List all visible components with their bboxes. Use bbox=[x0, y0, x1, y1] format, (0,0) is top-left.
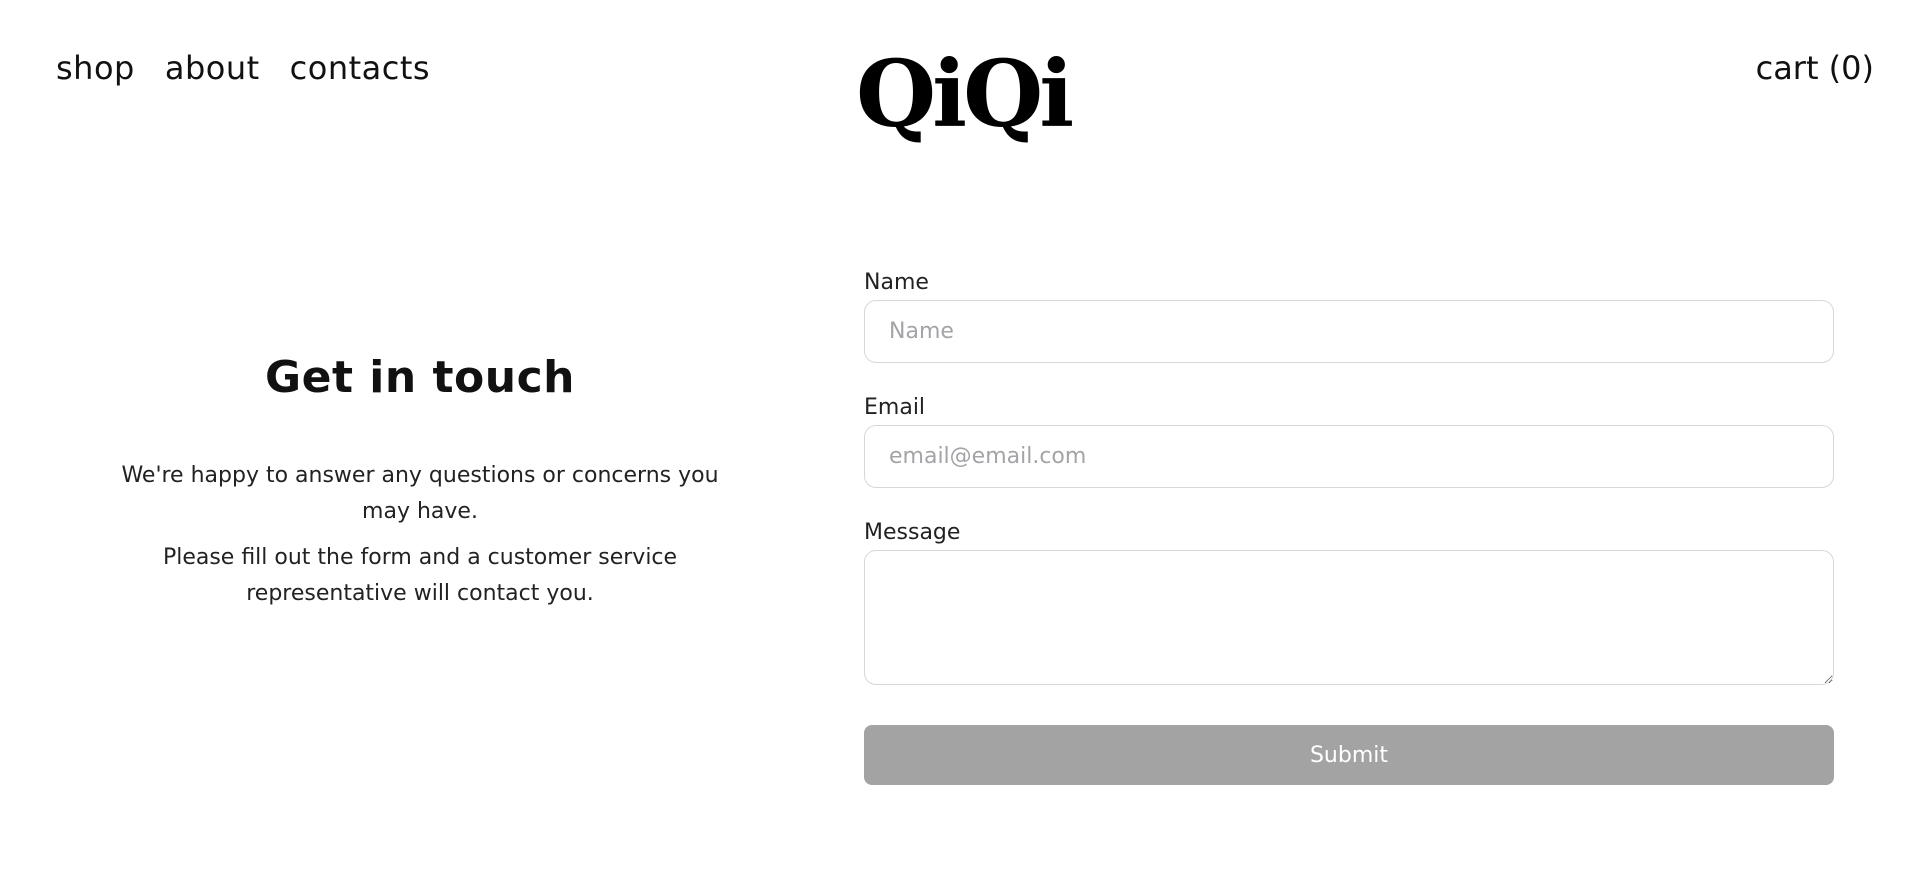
nav-link-shop[interactable]: shop bbox=[56, 48, 135, 88]
name-label: Name bbox=[864, 270, 929, 295]
page-title: Get in touch bbox=[264, 352, 576, 403]
email-field[interactable] bbox=[864, 425, 1834, 488]
contact-page: shop about contacts QiQi cart (0) Get in… bbox=[0, 0, 1920, 890]
name-field[interactable] bbox=[864, 300, 1834, 363]
submit-button[interactable]: Submit bbox=[864, 725, 1834, 785]
intro-paragraph-2: Please fill out the form and a customer … bbox=[162, 545, 678, 606]
main-nav: shop about contacts bbox=[56, 48, 430, 88]
email-label: Email bbox=[864, 395, 926, 420]
intro-paragraph-1: We're happy to answer any questions or c… bbox=[121, 463, 719, 524]
site-logo[interactable]: QiQi bbox=[856, 44, 1074, 144]
message-label: Message bbox=[864, 520, 961, 545]
nav-link-contacts[interactable]: contacts bbox=[290, 48, 430, 88]
contact-form: Name Email Message Submit bbox=[864, 266, 1834, 785]
nav-link-about[interactable]: about bbox=[165, 48, 260, 88]
message-field[interactable] bbox=[864, 550, 1834, 685]
cart-link[interactable]: cart (0) bbox=[1756, 48, 1874, 88]
intro-section: Get in touch We're happy to answer any q… bbox=[110, 350, 730, 622]
